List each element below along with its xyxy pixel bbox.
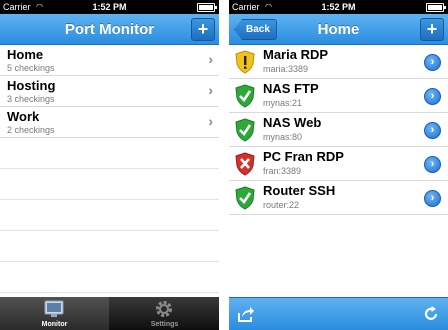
monitor-icon <box>44 300 64 317</box>
empty-row <box>0 169 219 200</box>
check-address: fran:3389 <box>263 166 302 176</box>
detail-disclosure-button[interactable]: › <box>424 122 441 139</box>
clock-label: 1:52 PM <box>321 2 356 12</box>
home-group-screen: Carrier ◠ 1:52 PM Back Home + Maria RDP … <box>229 0 448 330</box>
status-bar: Carrier ◠ 1:52 PM <box>0 0 219 14</box>
list-item-nas-ftp[interactable]: NAS FTP mynas:21 › <box>229 79 448 113</box>
list-item-router-ssh[interactable]: Router SSH router:22 › <box>229 181 448 215</box>
list-item-hosting[interactable]: Hosting 3 checkings › <box>0 76 219 107</box>
empty-row <box>0 138 219 169</box>
tab-monitor[interactable]: Monitor <box>0 297 109 330</box>
list-item-home[interactable]: Home 5 checkings › <box>0 45 219 76</box>
status-bar: Carrier ◠ 1:52 PM <box>229 0 448 14</box>
page-title: Port Monitor <box>64 21 155 38</box>
list-item-work[interactable]: Work 2 checkings › <box>0 107 219 138</box>
list-item-maria-rdp[interactable]: Maria RDP maria:3389 › <box>229 45 448 79</box>
detail-disclosure-button[interactable]: › <box>424 54 441 71</box>
group-name: Work <box>7 109 40 124</box>
add-group-button[interactable]: + <box>191 18 215 41</box>
check-address: mynas:80 <box>263 132 303 142</box>
tab-label: Settings <box>150 321 179 328</box>
check-name: NAS FTP <box>263 81 319 96</box>
chevron-right-icon: › <box>208 82 213 98</box>
check-list: Maria RDP maria:3389 › NAS FTP mynas:21 … <box>229 45 448 215</box>
detail-disclosure-button[interactable]: › <box>424 88 441 105</box>
empty-row <box>0 262 219 293</box>
chevron-right-icon: › <box>208 51 213 67</box>
empty-row <box>0 231 219 262</box>
tab-bar: Monitor Settings <box>0 297 219 330</box>
group-name: Hosting <box>7 78 56 93</box>
group-name: Home <box>7 47 44 62</box>
check-name: NAS Web <box>263 115 322 130</box>
group-detail: 3 checkings <box>7 94 55 104</box>
clock-label: 1:52 PM <box>92 2 127 12</box>
page-title: Home <box>317 21 360 38</box>
shield-error-icon <box>235 152 255 176</box>
shield-warning-icon <box>235 50 255 74</box>
nav-bar: Back Home + <box>229 14 448 45</box>
chevron-right-icon: › <box>208 113 213 129</box>
gear-icon <box>156 301 172 317</box>
check-address: maria:3389 <box>263 64 309 74</box>
group-list: Home 5 checkings › Hosting 3 checkings ›… <box>0 45 219 293</box>
check-name: PC Fran RDP <box>263 149 344 164</box>
list-item-pc-fran-rdp[interactable]: PC Fran RDP fran:3389 › <box>229 147 448 181</box>
group-detail: 2 checkings <box>7 125 55 135</box>
shield-check-icon <box>235 84 255 108</box>
group-detail: 5 checkings <box>7 63 55 73</box>
bottom-toolbar <box>229 297 448 330</box>
list-item-nas-web[interactable]: NAS Web mynas:80 › <box>229 113 448 147</box>
add-check-button[interactable]: + <box>420 18 444 41</box>
detail-disclosure-button[interactable]: › <box>424 190 441 207</box>
check-address: mynas:21 <box>263 98 303 108</box>
check-address: router:22 <box>263 200 300 210</box>
shield-check-icon <box>235 118 255 142</box>
nav-bar: Port Monitor + <box>0 14 219 45</box>
check-name: Maria RDP <box>263 47 329 62</box>
port-monitor-screen: Carrier ◠ 1:52 PM Port Monitor + Home 5 … <box>0 0 219 330</box>
detail-disclosure-button[interactable]: › <box>424 156 441 173</box>
tab-label: Monitor <box>41 321 68 328</box>
tab-settings[interactable]: Settings <box>110 297 219 330</box>
check-name: Router SSH <box>263 183 336 198</box>
share-icon[interactable] <box>237 305 255 323</box>
battery-icon <box>197 3 217 12</box>
shield-check-icon <box>235 186 255 210</box>
refresh-icon[interactable] <box>422 305 440 323</box>
battery-icon <box>426 3 446 12</box>
empty-row <box>0 200 219 231</box>
screen-divider <box>219 0 229 330</box>
